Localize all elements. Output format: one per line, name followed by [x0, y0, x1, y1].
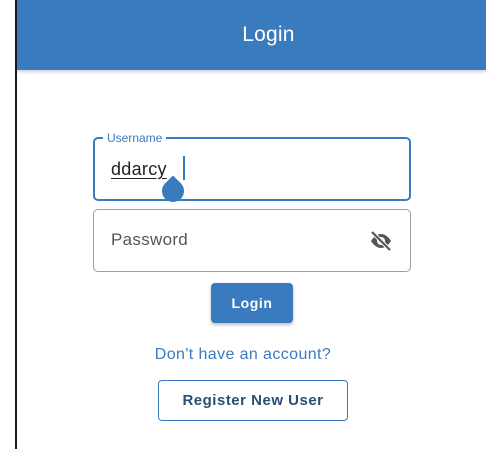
app-bar: Login — [17, 0, 486, 70]
no-account-label: Don't have an account? — [154, 346, 332, 363]
username-field[interactable]: Username ddarcy — [93, 130, 411, 201]
password-field[interactable]: Password — [93, 209, 411, 272]
no-account-text: Don't have an account? — [0, 346, 486, 364]
login-button[interactable]: Login — [211, 283, 293, 323]
password-input[interactable]: Password — [111, 230, 188, 250]
username-input[interactable]: ddarcy — [111, 159, 167, 180]
eye-off-icon[interactable] — [368, 230, 394, 252]
username-label: Username — [103, 130, 167, 146]
text-cursor — [183, 156, 185, 180]
page-title: Login — [242, 23, 295, 46]
register-button[interactable]: Register New User — [158, 380, 348, 421]
